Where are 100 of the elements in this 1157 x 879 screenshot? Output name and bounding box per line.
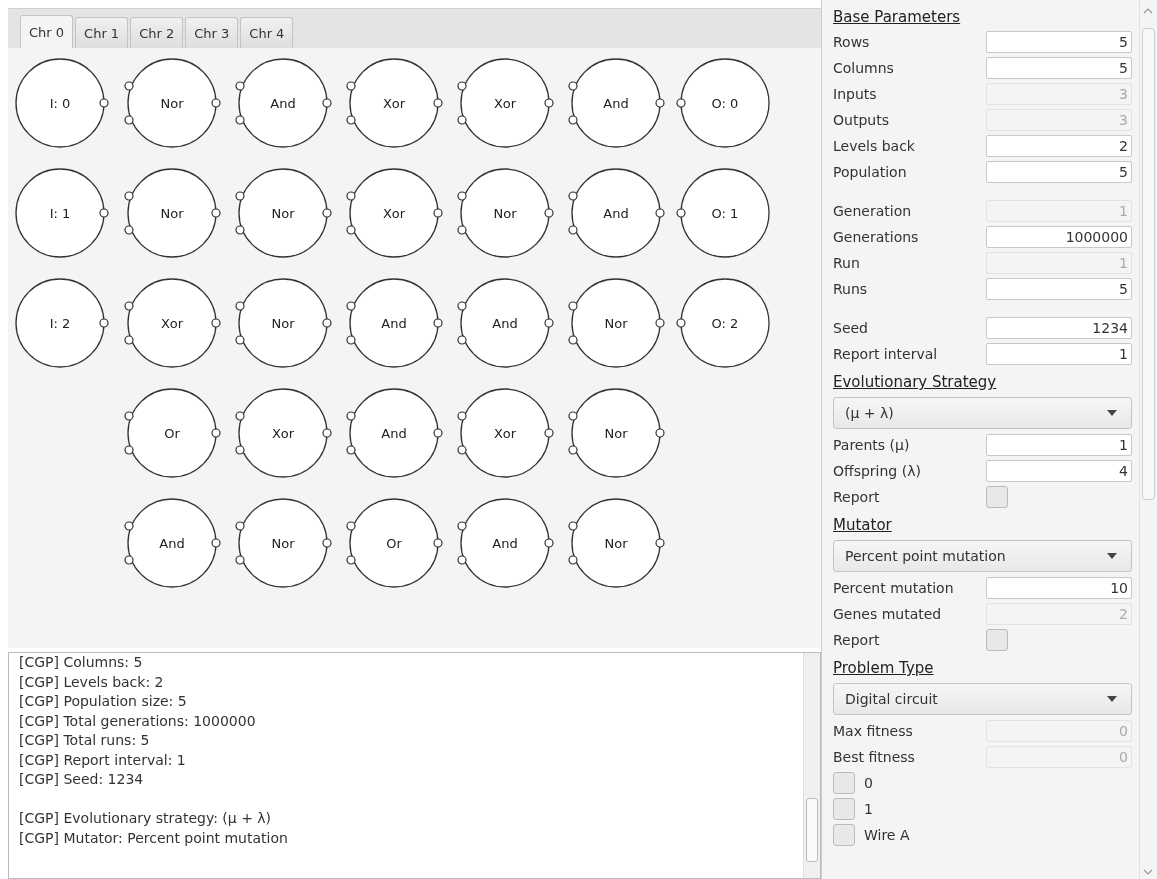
- input-field[interactable]: 2: [986, 135, 1132, 157]
- scroll-thumb[interactable]: [806, 798, 818, 862]
- caret-icon: [1107, 553, 1117, 559]
- input-field[interactable]: 1: [986, 434, 1132, 456]
- field-label: Rows: [833, 34, 871, 50]
- node-label: Xor: [271, 426, 295, 441]
- node-label: Nor: [271, 316, 295, 331]
- input-field[interactable]: 5: [986, 57, 1132, 79]
- checkbox-label: Report: [833, 632, 881, 648]
- node-label: Nor: [604, 316, 628, 331]
- tab[interactable]: Chr 1: [75, 17, 129, 48]
- log-line: [CGP] Seed: 1234: [19, 770, 145, 789]
- scroll-thumb[interactable]: [1142, 28, 1155, 500]
- node-label: Nor: [271, 536, 295, 551]
- field-label: Levels back: [833, 138, 916, 154]
- section-heading: Mutator: [833, 515, 893, 536]
- checkbox[interactable]: [833, 798, 855, 820]
- tab[interactable]: Chr 0: [20, 15, 74, 48]
- log-line: [CGP] Total runs: 5: [19, 731, 151, 750]
- input-field[interactable]: 10: [986, 577, 1132, 599]
- node-label: And: [381, 316, 407, 331]
- log-line: [CGP] Report interval: 1: [19, 750, 187, 770]
- field-label: Inputs: [833, 86, 878, 102]
- node-label: Nor: [604, 536, 628, 551]
- node-label: Nor: [271, 206, 295, 221]
- tab[interactable]: Chr 3: [185, 17, 239, 48]
- node-label: I: 0: [49, 96, 71, 111]
- field-label: Report interval: [833, 346, 939, 362]
- input-field[interactable]: 1000000: [986, 226, 1132, 248]
- scrollbar[interactable]: [803, 653, 820, 878]
- node-label: I: 1: [49, 206, 71, 221]
- checkbox[interactable]: [986, 629, 1008, 651]
- node-label: Xor: [160, 316, 184, 331]
- input-field[interactable]: 5: [986, 161, 1132, 183]
- checkbox[interactable]: [833, 772, 855, 794]
- checkbox[interactable]: [986, 486, 1008, 508]
- node-label: Nor: [604, 426, 628, 441]
- section-heading: Base Parameters: [833, 7, 962, 28]
- input-field[interactable]: 5: [986, 31, 1132, 53]
- node-label: And: [492, 536, 518, 551]
- field-label: Percent mutation: [833, 580, 955, 596]
- dropdown[interactable]: Percent point mutation: [833, 540, 1132, 572]
- caret-icon: [1107, 696, 1117, 702]
- field-label: Max fitness: [833, 723, 914, 739]
- log-line: [CGP] Columns: 5: [19, 653, 144, 672]
- node-label: O: 1: [711, 206, 739, 221]
- log-line: [CGP] Population size: 5: [19, 692, 188, 711]
- node-label: Xor: [382, 206, 406, 221]
- node-label: And: [381, 426, 407, 441]
- field-label: Outputs: [833, 112, 890, 128]
- section-heading: Problem Type: [833, 658, 935, 679]
- checkbox-label: 1: [864, 801, 873, 817]
- field-label: Population: [833, 164, 908, 180]
- node-label: And: [603, 96, 629, 111]
- checkbox-label: Wire A: [864, 827, 910, 843]
- log-line: [CGP] Levels back: 2: [19, 672, 165, 692]
- field-label: Runs: [833, 281, 869, 297]
- node-label: Or: [164, 426, 180, 441]
- scroll-up-icon[interactable]: [1143, 8, 1153, 14]
- node-label: Xor: [493, 96, 517, 111]
- input-field[interactable]: 4: [986, 460, 1132, 482]
- input-field[interactable]: 5: [986, 278, 1132, 300]
- field-label: Seed: [833, 320, 869, 336]
- log-line: [CGP] Evolutionary strategy: (μ + λ): [19, 809, 273, 828]
- node-label: Xor: [382, 96, 406, 111]
- node-label: O: 0: [711, 96, 739, 111]
- node-label: Nor: [160, 206, 184, 221]
- field-label: Offspring (λ): [833, 463, 922, 479]
- node-label: Or: [386, 536, 402, 551]
- node-label: And: [270, 96, 296, 111]
- input-field[interactable]: 1: [986, 343, 1132, 365]
- dropdown[interactable]: (μ + λ): [833, 397, 1132, 429]
- field-label: Generation: [833, 203, 913, 219]
- node-label: And: [603, 206, 629, 221]
- node-label: I: 2: [49, 316, 71, 331]
- node-label: And: [159, 536, 185, 551]
- log-line: [CGP] Total generations: 1000000: [19, 711, 257, 731]
- dropdown[interactable]: Digital circuit: [833, 683, 1132, 715]
- checkbox-label: Report: [833, 489, 881, 505]
- tab[interactable]: Chr 4: [240, 17, 294, 48]
- scroll-down-icon[interactable]: [1143, 869, 1153, 875]
- field-label: Columns: [833, 60, 895, 76]
- scrollbar[interactable]: [1139, 0, 1157, 879]
- section-heading: Evolutionary Strategy: [833, 372, 998, 393]
- field-label: Run: [833, 255, 861, 271]
- log-line: [CGP] Mutator: Percent point mutation: [19, 828, 289, 848]
- node-label: Nor: [493, 206, 517, 221]
- node-label: Nor: [160, 96, 184, 111]
- node-label: And: [492, 316, 518, 331]
- node-label: Xor: [493, 426, 517, 441]
- field-label: Generations: [833, 229, 920, 245]
- tab[interactable]: Chr 2: [130, 17, 184, 48]
- caret-icon: [1107, 410, 1117, 416]
- field-label: Best fitness: [833, 749, 916, 765]
- checkbox[interactable]: [833, 824, 855, 846]
- input-field[interactable]: 1234: [986, 317, 1132, 339]
- checkbox-label: 0: [864, 775, 873, 791]
- field-label: Genes mutated: [833, 606, 943, 622]
- node-label: O: 2: [711, 316, 739, 331]
- field-label: Parents (μ): [833, 437, 911, 453]
